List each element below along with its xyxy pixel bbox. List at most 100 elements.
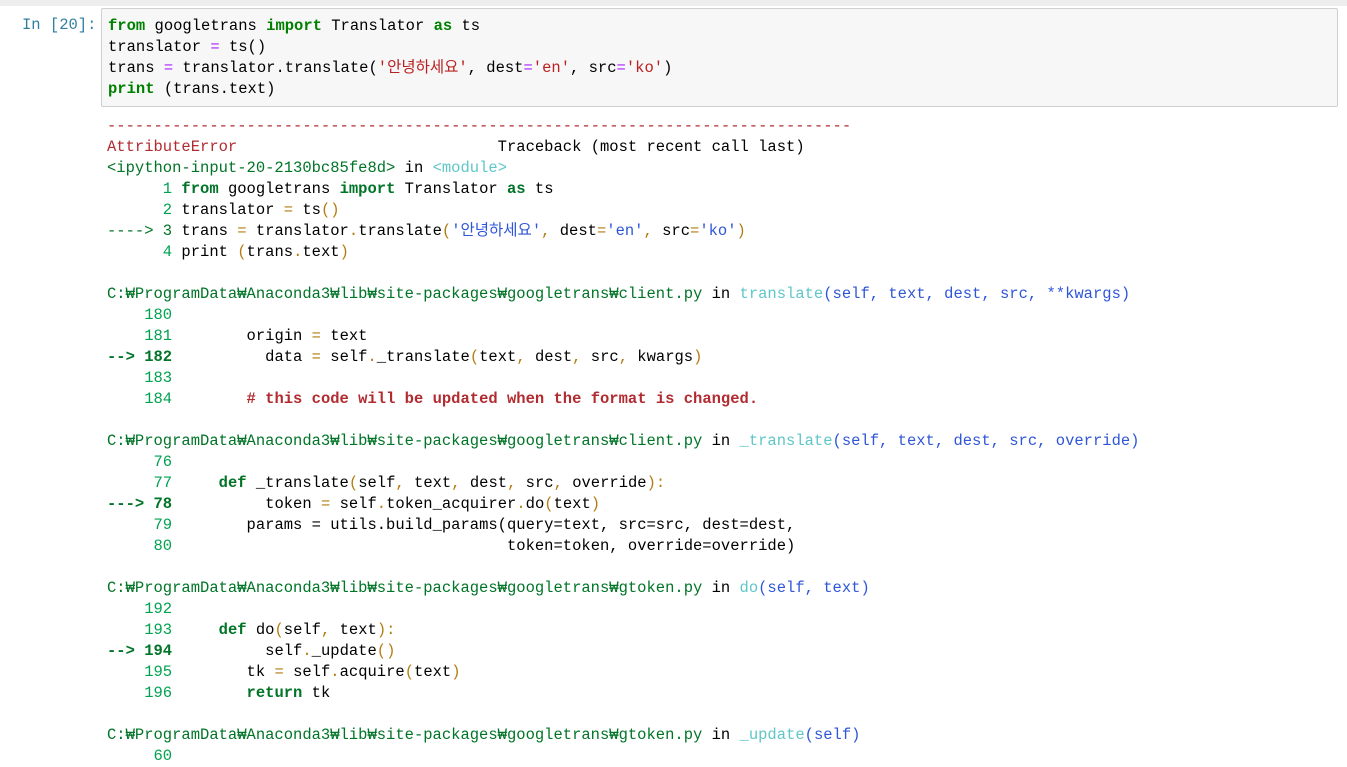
code-token: in: [702, 579, 740, 597]
traceback-line: --> 194 self._update(): [107, 641, 1139, 662]
traceback-line: 4 print (trans.text): [107, 242, 1139, 263]
code-token: in: [395, 159, 433, 177]
code-token: text: [479, 348, 517, 366]
code-token: <ipython-input-20-2130bc85fe8d>: [107, 159, 396, 177]
code-token: kwargs: [637, 348, 694, 366]
code-token: Translator: [395, 180, 507, 198]
code-token: ): [339, 243, 349, 261]
code-token: =: [274, 663, 284, 681]
code-token: trans: [181, 222, 238, 240]
code-editor[interactable]: from googletrans import Translator as ts…: [108, 16, 672, 100]
code-token: ):: [646, 474, 666, 492]
code-token: def: [218, 474, 247, 492]
traceback-line: [107, 263, 1139, 284]
code-token: C:₩ProgramData₩Anaconda3₩lib₩site-packag…: [107, 726, 703, 744]
code-token: translator: [246, 222, 349, 240]
traceback-line: ----> 3 trans = translator.translate('안녕…: [107, 221, 1139, 242]
code-token: 193: [107, 621, 173, 639]
code-token: text: [414, 474, 452, 492]
code-token: 184: [107, 390, 173, 408]
code-token: dest: [469, 474, 508, 492]
code-token: text: [302, 243, 340, 261]
code-token: (self, text, dest, src, override): [832, 432, 1140, 450]
code-token: tk: [172, 663, 275, 681]
code-token: (self, text): [758, 579, 870, 597]
code-token: in: [702, 432, 740, 450]
traceback-line: 181 origin = text: [107, 326, 1139, 347]
code-token: in: [702, 726, 740, 744]
code-token: (trans.text): [154, 80, 276, 98]
code-token: override: [572, 474, 647, 492]
code-token: 79: [107, 516, 173, 534]
code-token: translate: [358, 222, 442, 240]
code-token: as: [507, 180, 526, 198]
code-token: _translate: [739, 432, 833, 450]
code-token: import: [339, 180, 396, 198]
code-token: dest: [534, 348, 573, 366]
traceback-line: 192: [107, 599, 1139, 620]
code-line: trans = translator.translate('안녕하세요', de…: [108, 58, 672, 79]
code-token: do: [246, 621, 275, 639]
code-token: , src: [570, 59, 617, 77]
code-token: 'ko': [625, 59, 664, 77]
code-cell-input[interactable]: from googletrans import Translator as ts…: [101, 8, 1338, 107]
traceback-line: 80 token=token, override=override): [107, 536, 1139, 557]
code-token: text: [414, 663, 452, 681]
code-token: translator.translate(: [173, 59, 378, 77]
code-token: text: [553, 495, 591, 513]
code-token: googletrans: [218, 180, 340, 198]
code-token: ): [736, 222, 746, 240]
traceback-line: C:₩ProgramData₩Anaconda3₩lib₩site-packag…: [107, 578, 1139, 599]
code-token: ): [451, 663, 461, 681]
code-token: 76: [107, 453, 173, 471]
traceback-line: <ipython-input-20-2130bc85fe8d> in <modu…: [107, 158, 1139, 179]
code-token: _translate: [376, 348, 470, 366]
code-token: .: [302, 642, 312, 660]
traceback-line: [107, 704, 1139, 725]
code-token: AttributeError: [107, 138, 238, 156]
code-token: (self): [804, 726, 861, 744]
code-token: ,: [553, 474, 573, 492]
code-token: 4: [107, 243, 182, 261]
code-token: .: [376, 495, 387, 513]
traceback-line: C:₩ProgramData₩Anaconda3₩lib₩site-packag…: [107, 725, 1139, 746]
code-token: from: [108, 17, 146, 35]
code-token: C:₩ProgramData₩Anaconda3₩lib₩site-packag…: [107, 285, 703, 303]
traceback-line: C:₩ProgramData₩Anaconda3₩lib₩site-packag…: [107, 284, 1139, 305]
code-token: <module>: [432, 159, 507, 177]
traceback-line: 1 from googletrans import Translator as …: [107, 179, 1139, 200]
code-token: (: [348, 474, 359, 492]
code-token: do: [525, 495, 545, 513]
code-token: C:₩ProgramData₩Anaconda3₩lib₩site-packag…: [107, 579, 703, 597]
traceback-line: 76: [107, 452, 1139, 473]
code-token: 180: [107, 306, 173, 324]
code-token: =: [311, 327, 321, 345]
traceback-line: ---> 78 token = self.token_acquirer.do(t…: [107, 494, 1139, 515]
code-token: print: [108, 80, 155, 98]
code-token: --> 182: [107, 348, 173, 366]
code-token: self: [320, 348, 368, 366]
code-token: text: [320, 327, 368, 345]
code-token: =: [616, 59, 626, 77]
code-token: ts: [452, 17, 481, 35]
notebook-top-edge: [0, 0, 1347, 6]
code-token: self: [172, 642, 303, 660]
code-token: import: [266, 17, 322, 35]
code-token: 1: [107, 180, 182, 198]
code-token: ts: [525, 180, 554, 198]
code-token: _translate: [246, 474, 349, 492]
code-token: ,: [572, 348, 591, 366]
code-token: ----> 3: [107, 222, 182, 240]
code-token: self: [283, 621, 321, 639]
code-token: 196: [107, 684, 173, 702]
code-token: .: [367, 348, 377, 366]
code-token: acquire: [339, 663, 405, 681]
traceback-line: C:₩ProgramData₩Anaconda3₩lib₩site-packag…: [107, 431, 1139, 452]
traceback-line: 2 translator = ts(): [107, 200, 1139, 221]
code-token: as: [433, 17, 453, 35]
code-token: .: [348, 222, 359, 240]
code-token: 'en': [532, 59, 571, 77]
